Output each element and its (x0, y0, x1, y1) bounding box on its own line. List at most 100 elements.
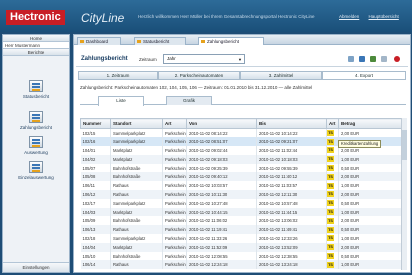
column-header-von[interactable]: Von (186, 118, 257, 129)
table-row[interactable]: 105/10 Bahnhofstraße Parkschein 2010-11-02 … (80, 251, 403, 261)
table-cell: 2010-11-02 09:25:39 (186, 163, 257, 173)
scrollbar-thumb[interactable] (402, 130, 407, 160)
table-cell: 2010-11-02 12:38:55 (256, 251, 327, 261)
logout-link[interactable]: Abmelden (339, 14, 359, 19)
table-cell: 0,50 EUR (338, 198, 403, 208)
close-icon[interactable] (394, 56, 400, 62)
table-cell: 2010-11-02 10:18:03 (256, 154, 327, 164)
tab-statusbericht[interactable]: Statusbericht (134, 37, 186, 45)
report-icon (29, 111, 43, 123)
table-cell: 106/11 (80, 181, 111, 191)
table-cell: 106/14 (80, 260, 111, 270)
table-cell: TS (326, 146, 339, 155)
step-parkscheinautomaten[interactable]: 2. Parkscheinautomaten (158, 71, 240, 80)
wizard-steps: 1. Zeitraum 2. Parkscheinautomaten 3. Za… (76, 71, 408, 81)
table-cell: Marktplatz (110, 242, 163, 252)
table-cell: 106/12 (80, 190, 111, 199)
table-row[interactable]: 104/04 Marktplatz Parkschein 2010-11-02 11:… (80, 242, 403, 252)
header-links: Abmelden Hauptübersicht (339, 14, 407, 20)
sidebar-item-statusbericht[interactable]: Statusbericht (3, 80, 69, 99)
sidebar-item-einzelauswertung[interactable]: Einzelauswertung (3, 161, 69, 180)
sidebar-item-auswertung[interactable]: Auswertung (3, 136, 69, 155)
table-cell: Parkschein (162, 234, 187, 243)
table-cell: Sammelparkplatz (110, 137, 163, 147)
step-export[interactable]: 4. Export (322, 71, 406, 80)
table-cell: Parkschein (162, 128, 187, 138)
column-header-betrag[interactable]: Betrag (338, 118, 403, 129)
table-row[interactable]: 106/14 Rathaus Parkschein 2010-11-02 12:24:… (80, 260, 403, 270)
table-cell: 2010-11-02 10:44:15 (186, 207, 257, 217)
sidebar-item-zahlungsbericht[interactable]: Zahlungsbericht (3, 111, 69, 130)
table-row[interactable]: 106/11 Rathaus Parkschein 2010-11-02 10:03:… (80, 181, 403, 191)
column-header-art[interactable]: Art (162, 118, 187, 129)
sidebar-user: Herr Mustermann (3, 42, 69, 49)
table-cell: 2010-11-02 13:52:09 (256, 242, 327, 252)
table-cell: 2010-11-02 09:55:39 (256, 163, 327, 173)
sidebar-item-label: Statusbericht (22, 94, 50, 99)
table-cell: TS (326, 234, 339, 243)
table-cell: 2010-11-02 12:08:55 (186, 251, 257, 261)
payment-type-badge: TS (327, 147, 334, 154)
table-cell: 2010-11-02 10:11:30 (186, 190, 257, 199)
table-cell: Parkschein (162, 251, 187, 261)
table-cell: TS (326, 137, 339, 147)
table-cell: Bahnhofstraße (110, 172, 163, 182)
step-zahlmittel[interactable]: 3. Zahlmittel (240, 71, 322, 80)
settings-icon[interactable] (381, 56, 387, 62)
table-row[interactable]: 105/07 Bahnhofstraße Parkschein 2010-11-02 … (80, 163, 403, 173)
table-cell: TS (326, 163, 339, 173)
save-icon[interactable] (370, 56, 376, 62)
step-zeitraum[interactable]: 1. Zeitraum (78, 71, 158, 80)
table-row[interactable]: 102/18 Sammelparkplatz Parkschein 2010-11-0… (80, 234, 403, 243)
table-scrollbar[interactable] (401, 118, 407, 270)
table-row[interactable]: 106/13 Rathaus Parkschein 2010-11-02 11:19:… (80, 225, 403, 235)
table-cell: TS (326, 181, 339, 191)
column-header-standort[interactable]: Standort (110, 118, 163, 129)
table-cell: Parkschein (162, 163, 187, 173)
table-cell: TS (326, 128, 339, 138)
table-cell: Rathaus (110, 225, 163, 235)
overview-link[interactable]: Hauptübersicht (369, 14, 399, 19)
table-cell: 104/03 (80, 207, 111, 217)
table-cell: 104/01 (80, 146, 111, 155)
column-header-bis[interactable]: Bis (256, 118, 327, 129)
table-row[interactable]: 106/12 Rathaus Parkschein 2010-11-02 10:11:… (80, 190, 403, 199)
column-header-nummer[interactable]: Nummer (80, 118, 111, 129)
table-row[interactable]: 105/09 Bahnhofstraße Parkschein 2010-11-02 … (80, 216, 403, 226)
table-cell: 105/09 (80, 216, 111, 226)
table-row[interactable]: 102/15 Sammelparkplatz Parkschein 2010-11-0… (80, 128, 403, 138)
payment-type-badge: TS (327, 226, 334, 233)
tab-grafik[interactable]: Grafik (166, 96, 212, 105)
table-cell: 0,50 EUR (338, 225, 403, 235)
table-cell: 1,00 EUR (338, 181, 403, 191)
table-row[interactable]: 102/17 Sammelparkplatz Parkschein 2010-11-0… (80, 198, 403, 208)
sidebar-footer-settings[interactable]: Einstellungen (3, 262, 69, 272)
chevron-down-icon: ▼ (238, 57, 242, 62)
table-cell: 2010-11-02 11:06:02 (186, 216, 257, 226)
table-cell: Parkschein (162, 207, 187, 217)
table-row[interactable]: 104/02 Marktplatz Parkschein 2010-11-02 09:… (80, 154, 403, 164)
table-cell: Parkschein (162, 172, 187, 182)
table-cell: Parkschein (162, 154, 187, 164)
print-icon[interactable] (359, 56, 365, 62)
table-cell: 2010-11-02 11:44:15 (256, 207, 327, 217)
table-cell: 2010-11-02 11:52:09 (186, 242, 257, 252)
table-row[interactable]: 104/03 Marktplatz Parkschein 2010-11-02 10:… (80, 207, 403, 217)
table-cell: 1,00 EUR (338, 234, 403, 243)
table-cell: Bahnhofstraße (110, 163, 163, 173)
tab-liste[interactable]: Liste (98, 96, 144, 106)
period-select[interactable]: Jahr ▼ (163, 54, 245, 64)
table-cell: 2010-11-02 10:57:48 (256, 198, 327, 208)
table-cell: 2010-11-02 09:02:44 (186, 146, 257, 155)
column-header-zahlart[interactable]: Art (326, 118, 339, 129)
sidebar-home[interactable]: Home (3, 35, 69, 42)
tab-dashboard[interactable]: Dashboard (77, 37, 121, 45)
table-cell: 2010-11-02 08:51:07 (186, 137, 257, 147)
table-cell: 2010-11-02 10:03:57 (186, 181, 257, 191)
refresh-icon[interactable] (348, 56, 354, 62)
product-name: CityLine (81, 11, 125, 25)
table-row[interactable]: 105/08 Bahnhofstraße Parkschein 2010-11-02 … (80, 172, 403, 182)
app-header: Hectronic CityLine Herzlich willkommen H… (0, 0, 412, 32)
tab-zahlungsbericht[interactable]: Zahlungsbericht (198, 37, 264, 45)
table-cell: 102/15 (80, 128, 111, 138)
